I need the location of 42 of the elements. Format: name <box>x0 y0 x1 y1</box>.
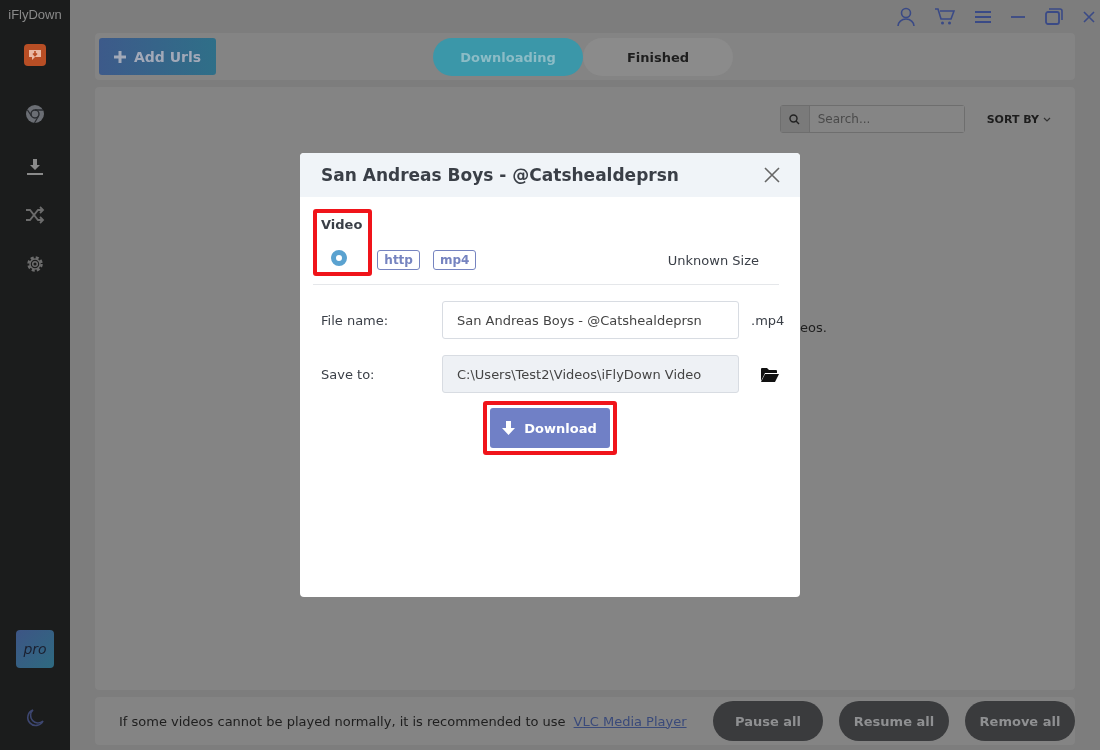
pro-badge[interactable]: pro <box>16 630 54 668</box>
footer-button[interactable]: Resume all <box>839 701 949 741</box>
cart-icon[interactable] <box>935 7 955 26</box>
download-button[interactable]: Download <box>489 408 610 448</box>
download-icon <box>502 420 516 436</box>
chevron-icon <box>1043 116 1051 122</box>
moon-icon[interactable] <box>25 708 45 728</box>
browser-icon[interactable] <box>25 104 45 124</box>
user-icon[interactable] <box>897 6 915 27</box>
vlc-link[interactable]: VLC Media Player <box>573 713 687 729</box>
radio-button[interactable] <box>331 250 347 266</box>
field-label: File name: <box>321 312 390 328</box>
empty-message: eos. <box>800 320 827 335</box>
download-icon[interactable] <box>26 158 44 176</box>
file-name-field[interactable]: San Andreas Boys - @Catshealdeprsn <box>442 301 739 339</box>
footer-button[interactable]: Pause all <box>713 701 823 741</box>
add-urls-button[interactable]: Add Urls <box>99 38 217 75</box>
folder-icon[interactable] <box>761 366 779 382</box>
app-title: iFlyDown <box>8 7 62 22</box>
save-path-field[interactable]: C:\Users\Test2\Videos\iFlyDown Video <box>442 355 739 393</box>
tab[interactable]: Finished <box>583 38 733 76</box>
dialog-title: San Andreas Boys - @Catshealdeprsn <box>321 165 679 185</box>
close-icon[interactable] <box>1083 10 1095 23</box>
section-heading: Video <box>321 217 363 232</box>
file-extension: .mp4 <box>751 312 785 328</box>
settings-icon[interactable] <box>25 254 45 274</box>
plus-icon <box>114 50 126 63</box>
footer-button[interactable]: Remove all <box>965 701 1075 741</box>
file-size: Unknown Size <box>667 253 759 268</box>
sort-by-dropdown[interactable]: SORT BY <box>980 111 1057 127</box>
minimize-icon[interactable] <box>1011 15 1025 18</box>
format-tag: http <box>377 250 420 270</box>
menu-icon[interactable] <box>975 9 991 24</box>
format-tag: mp4 <box>432 250 477 270</box>
search-icon <box>789 113 801 125</box>
app-logo-icon[interactable] <box>24 44 46 66</box>
restore-icon[interactable] <box>1045 8 1063 25</box>
close-button[interactable] <box>764 167 780 183</box>
shuffle-icon[interactable] <box>25 206 45 224</box>
notice-text: If some videos cannot be played normally, it is recommended to use <box>119 713 566 729</box>
field-label: Save to: <box>321 366 376 382</box>
search-field[interactable]: Search... <box>779 105 965 133</box>
